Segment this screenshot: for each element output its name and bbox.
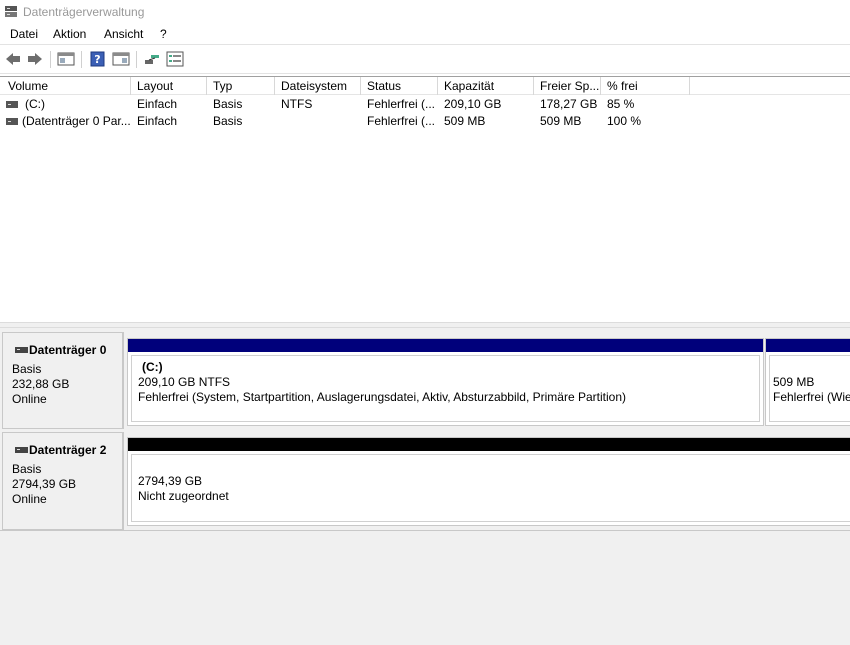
cell-volume: (C:) bbox=[25, 97, 45, 111]
partition-status: Nicht zugeordnet bbox=[138, 489, 229, 503]
disk-size: 2794,39 GB bbox=[12, 477, 77, 491]
forward-arrow-icon[interactable] bbox=[26, 51, 44, 67]
connect-icon[interactable] bbox=[143, 51, 161, 67]
column-header-status[interactable]: Status bbox=[361, 77, 438, 95]
cell-prozent-frei: 85 % bbox=[607, 97, 635, 111]
partition-status: Fehlerfrei (Wie bbox=[773, 390, 850, 404]
menu-bar: Datei Aktion Ansicht ? bbox=[0, 24, 850, 44]
disk-state: Online bbox=[12, 492, 47, 506]
partition-label: (C:) bbox=[142, 360, 163, 374]
toolbar-separator bbox=[50, 51, 51, 68]
disk-name: Datenträger 0 bbox=[29, 343, 107, 357]
cell-freier-speicher: 509 MB bbox=[540, 114, 582, 128]
list-view-icon[interactable] bbox=[166, 51, 184, 67]
menu-ansicht[interactable]: Ansicht bbox=[104, 27, 143, 41]
title-bar: Datenträgerverwaltung bbox=[0, 0, 850, 24]
cell-layout: Einfach bbox=[137, 114, 178, 128]
partition-bar bbox=[128, 438, 850, 451]
partition-bar bbox=[128, 339, 763, 352]
disk-type: Basis bbox=[12, 462, 42, 476]
cell-typ: Basis bbox=[213, 97, 243, 111]
cell-prozent-frei: 100 % bbox=[607, 114, 642, 128]
disk-name: Datenträger 2 bbox=[29, 443, 107, 457]
back-arrow-icon[interactable] bbox=[4, 51, 22, 67]
menu-datei[interactable]: Datei bbox=[10, 27, 38, 41]
partition-c[interactable]: (C:) 209,10 GB NTFS Fehlerfrei (System, … bbox=[127, 338, 764, 426]
cell-status: Fehlerfrei (... bbox=[367, 114, 436, 128]
cell-layout: Einfach bbox=[137, 97, 178, 111]
disk-type: Basis bbox=[12, 362, 42, 376]
toolbar-separator bbox=[136, 51, 137, 68]
partition-status: Fehlerfrei (System, Startpartition, Ausl… bbox=[138, 390, 626, 404]
disk-size: 232,88 GB bbox=[12, 377, 70, 391]
help-icon[interactable]: ? bbox=[89, 51, 107, 67]
disk-management-app-icon bbox=[5, 6, 17, 17]
cell-status: Fehlerfrei (... bbox=[367, 97, 436, 111]
cell-typ: Basis bbox=[213, 114, 243, 128]
partition-recovery[interactable]: 509 MB Fehlerfrei (Wie bbox=[765, 338, 850, 426]
partition-inner: 2794,39 GB Nicht zugeordnet bbox=[131, 454, 850, 522]
table-row[interactable]: (Datenträger 0 Par... Einfach Basis Fehl… bbox=[0, 113, 850, 130]
cell-dateisystem bbox=[275, 113, 361, 130]
menu-aktion[interactable]: Aktion bbox=[53, 27, 86, 41]
toolbar-separator bbox=[81, 51, 82, 68]
column-header-layout[interactable]: Layout bbox=[131, 77, 207, 95]
window-title: Datenträgerverwaltung bbox=[23, 5, 145, 19]
column-header-kapazitaet[interactable]: Kapazität bbox=[438, 77, 534, 95]
partition-size-fs: 209,10 GB NTFS bbox=[138, 375, 231, 389]
partition-inner: (C:) 209,10 GB NTFS Fehlerfrei (System, … bbox=[131, 355, 760, 422]
partition-bar bbox=[766, 339, 850, 352]
volume-icon bbox=[6, 101, 18, 108]
cell-freier-speicher: 178,27 GB bbox=[540, 97, 598, 111]
properties-icon[interactable] bbox=[112, 51, 130, 67]
partition-size: 2794,39 GB bbox=[138, 474, 203, 488]
column-header-volume[interactable]: Volume bbox=[2, 77, 131, 95]
disk-2-label[interactable]: Datenträger 2 Basis 2794,39 GB Online bbox=[2, 432, 124, 530]
list-header: Volume Layout Typ Dateisystem Status Kap… bbox=[0, 77, 850, 95]
partition-size-fs: 509 MB bbox=[773, 375, 815, 389]
disk-state: Online bbox=[12, 392, 47, 406]
toolbar: ? bbox=[0, 44, 850, 74]
column-header-prozent-frei[interactable]: % frei bbox=[601, 77, 690, 95]
cell-dateisystem: NTFS bbox=[281, 97, 313, 111]
disk-graphical-view: Datenträger 0 Basis 232,88 GB Online (C:… bbox=[0, 328, 850, 645]
column-header-freier-speicher[interactable]: Freier Sp... bbox=[534, 77, 601, 95]
menu-help[interactable]: ? bbox=[160, 27, 167, 41]
divider bbox=[0, 530, 850, 531]
column-header-typ[interactable]: Typ bbox=[207, 77, 275, 95]
partition-unallocated[interactable]: 2794,39 GB Nicht zugeordnet bbox=[127, 437, 850, 526]
svg-text:?: ? bbox=[94, 53, 100, 66]
cell-kapazitaet: 509 MB bbox=[444, 114, 486, 128]
volume-list: Volume Layout Typ Dateisystem Status Kap… bbox=[0, 76, 850, 322]
disk-icon bbox=[15, 347, 28, 353]
partition-inner: 509 MB Fehlerfrei (Wie bbox=[769, 355, 850, 422]
cell-kapazitaet: 209,10 GB bbox=[444, 97, 502, 111]
cell-volume: (Datenträger 0 Par... bbox=[22, 114, 131, 128]
console-tree-icon[interactable] bbox=[57, 51, 75, 67]
table-row[interactable]: (C:) Einfach Basis NTFS Fehlerfrei (... … bbox=[0, 96, 850, 113]
disk-0-label[interactable]: Datenträger 0 Basis 232,88 GB Online bbox=[2, 332, 124, 429]
disk-icon bbox=[15, 447, 28, 453]
column-header-dateisystem[interactable]: Dateisystem bbox=[275, 77, 361, 95]
